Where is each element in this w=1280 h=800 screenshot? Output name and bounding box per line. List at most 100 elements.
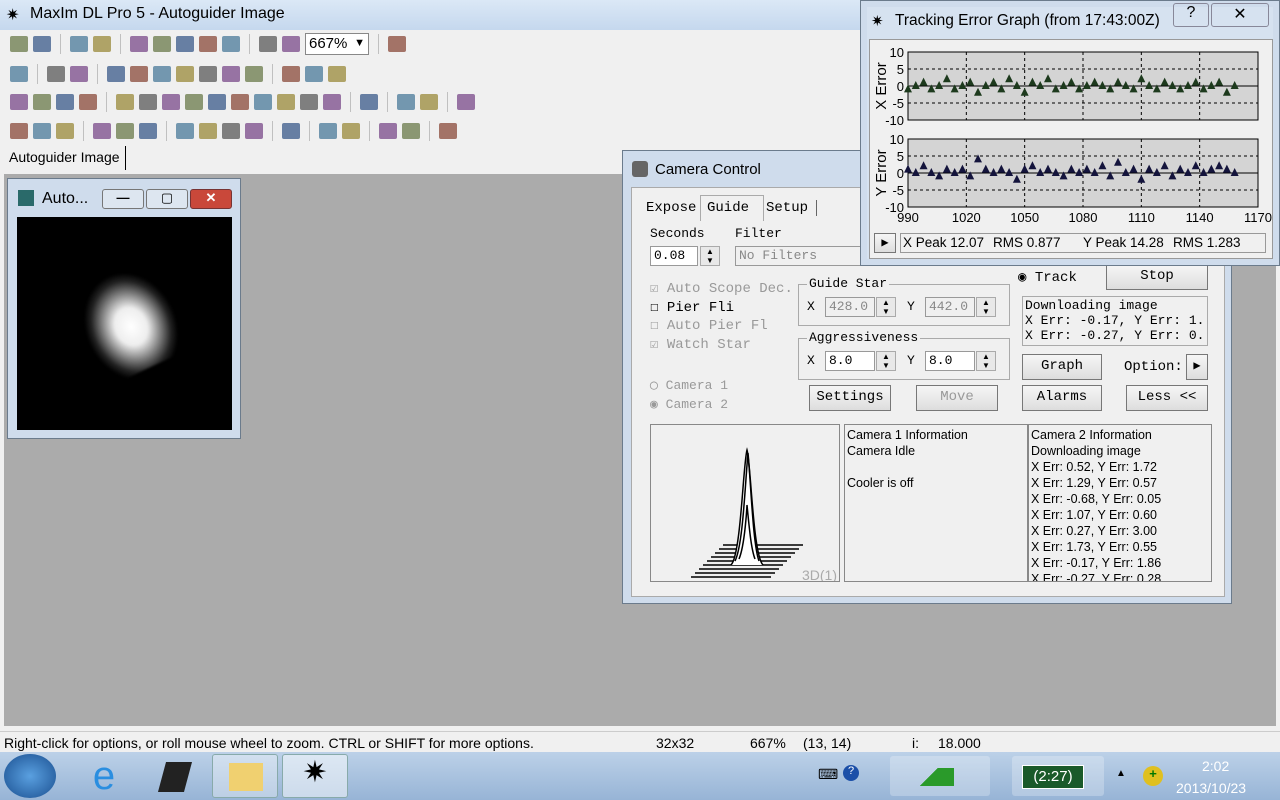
guide-star-y-input[interactable]: 442.0 — [925, 297, 975, 317]
gray-tool-icon[interactable] — [282, 66, 300, 82]
color-bar-icon[interactable] — [199, 66, 217, 82]
checkbox-watch-star[interactable]: ☑ Watch Star — [650, 336, 793, 355]
ruler-icon[interactable] — [457, 94, 475, 110]
mouse-icon[interactable] — [33, 94, 51, 110]
export-save-icon[interactable] — [402, 123, 420, 139]
mouse-icon[interactable] — [259, 36, 277, 52]
autoguider-image[interactable] — [17, 217, 232, 430]
open-folder-icon[interactable] — [10, 36, 28, 52]
print-icon[interactable] — [342, 123, 360, 139]
track-radio[interactable]: ◉ Track — [1018, 269, 1077, 286]
aggressiveness-x-input[interactable]: 8.0 — [825, 351, 875, 371]
guide-star-x-spinner[interactable]: ▲ ▼ — [876, 297, 896, 317]
battery-tray[interactable]: (2:27) — [1012, 756, 1104, 796]
file-explorer-icon[interactable] — [212, 754, 278, 798]
tab-autoguider-image[interactable]: Autoguider Image — [4, 146, 126, 170]
export-icon[interactable] — [379, 123, 397, 139]
graph-play-button[interactable]: ▶ — [874, 233, 896, 253]
flat-tool-icon[interactable] — [328, 66, 346, 82]
wand-icon[interactable] — [397, 94, 415, 110]
checkbox-pier-fli[interactable]: ☐ Pier Fli — [650, 299, 793, 318]
stack-icon[interactable] — [153, 36, 171, 52]
aggressiveness-x-spinner[interactable]: ▲ ▼ — [876, 351, 896, 371]
redo-icon[interactable] — [93, 36, 111, 52]
edit-pen-icon[interactable] — [245, 66, 263, 82]
guide-star-y-spinner[interactable]: ▲ ▼ — [976, 297, 996, 317]
grid-icon[interactable] — [222, 36, 240, 52]
plus-tray-icon[interactable]: + — [1143, 766, 1163, 786]
open-folder-icon[interactable] — [33, 123, 51, 139]
start-orb-icon[interactable] — [4, 754, 56, 798]
color-blocks-icon[interactable] — [222, 66, 240, 82]
laptop-app-icon[interactable] — [146, 754, 202, 798]
ruler-tool-icon[interactable] — [70, 66, 88, 82]
observatory-icon[interactable] — [360, 94, 378, 110]
curve-icon[interactable] — [208, 94, 226, 110]
zoom-tool-icon[interactable] — [176, 36, 194, 52]
full-screen-icon[interactable] — [199, 36, 217, 52]
runner-icon[interactable] — [439, 123, 457, 139]
telescope-view-icon[interactable] — [277, 94, 295, 110]
minimize-button[interactable]: — — [102, 189, 144, 209]
seconds-spinner[interactable]: ▲ ▼ — [700, 246, 720, 266]
show-hidden-icons[interactable]: ▲ — [1116, 768, 1126, 779]
gray-block-icon[interactable] — [305, 66, 323, 82]
histogram-icon[interactable] — [56, 94, 74, 110]
camera-1-radio[interactable]: ◯ Camera 1 — [650, 376, 728, 395]
maximize-button[interactable]: ▢ — [146, 189, 188, 209]
save-disk-icon[interactable] — [176, 123, 194, 139]
play-color-icon[interactable] — [107, 66, 125, 82]
crosshair-icon[interactable] — [79, 94, 97, 110]
clock-date[interactable]: 2013/10/23 — [1176, 780, 1246, 796]
less-button[interactable]: Less << — [1126, 385, 1208, 411]
tab-guide[interactable]: Guide — [700, 195, 764, 221]
properties-icon[interactable] — [162, 94, 180, 110]
swap-color-icon[interactable] — [130, 66, 148, 82]
tab-expose[interactable]: Expose — [646, 200, 696, 216]
checkbox-auto-pier-fl[interactable]: ☐ Auto Pier Fl — [650, 317, 793, 336]
stop-button[interactable]: Stop — [1106, 264, 1208, 290]
open-multiple-icon[interactable] — [116, 123, 134, 139]
batch-save-icon[interactable] — [245, 123, 263, 139]
save-all-icon[interactable] — [222, 123, 240, 139]
stack-icon[interactable] — [185, 94, 203, 110]
tab-setup[interactable]: Setup — [766, 200, 818, 216]
pixels-icon[interactable] — [300, 94, 318, 110]
guide-star-x-input[interactable]: 428.0 — [825, 297, 875, 317]
alarms-button[interactable]: Alarms — [1022, 385, 1102, 411]
balance-icon[interactable] — [176, 66, 194, 82]
print-preview-icon[interactable] — [319, 123, 337, 139]
seconds-input[interactable]: 0.08 — [650, 246, 698, 266]
camera-control-icon[interactable] — [10, 94, 28, 110]
help-tray-icon[interactable]: ? — [843, 765, 859, 781]
blocks-icon[interactable] — [153, 66, 171, 82]
internet-explorer-icon[interactable]: e — [76, 754, 132, 798]
aggressiveness-y-spinner[interactable]: ▲ ▼ — [976, 351, 996, 371]
close-button[interactable]: ✕ — [1211, 3, 1269, 27]
rotate-icon[interactable] — [282, 123, 300, 139]
help-button[interactable]: ? — [1173, 3, 1209, 27]
save-disk-icon[interactable] — [33, 36, 51, 52]
graph-button[interactable]: Graph — [1022, 354, 1102, 380]
options-arrow-button[interactable]: ▶ — [1186, 354, 1208, 380]
convert-icon[interactable] — [139, 123, 157, 139]
undo-icon[interactable] — [70, 36, 88, 52]
move-button[interactable]: Move — [916, 385, 998, 411]
layers-icon[interactable] — [10, 66, 28, 82]
signal-tray-icon[interactable] — [890, 756, 990, 796]
save-as-icon[interactable] — [199, 123, 217, 139]
checkbox-auto-scope-dec-[interactable]: ☑ Auto Scope Dec. — [650, 280, 793, 299]
filter-select[interactable]: No Filters — [735, 246, 865, 266]
planner-icon[interactable] — [420, 94, 438, 110]
duplicate-icon[interactable] — [231, 94, 249, 110]
new-doc-icon[interactable] — [10, 123, 28, 139]
full-screen-icon[interactable] — [139, 94, 157, 110]
zoom-tool-icon[interactable] — [116, 94, 134, 110]
clock-time[interactable]: 2:02 — [1202, 758, 1229, 774]
maxim-dl-icon[interactable]: ✷ — [282, 754, 348, 798]
histogram-icon[interactable] — [282, 36, 300, 52]
zoom-dropdown[interactable]: 667% — [305, 33, 369, 55]
context-help-icon[interactable] — [388, 36, 406, 52]
red-moon-icon[interactable] — [323, 94, 341, 110]
close-button[interactable]: ✕ — [190, 189, 232, 209]
